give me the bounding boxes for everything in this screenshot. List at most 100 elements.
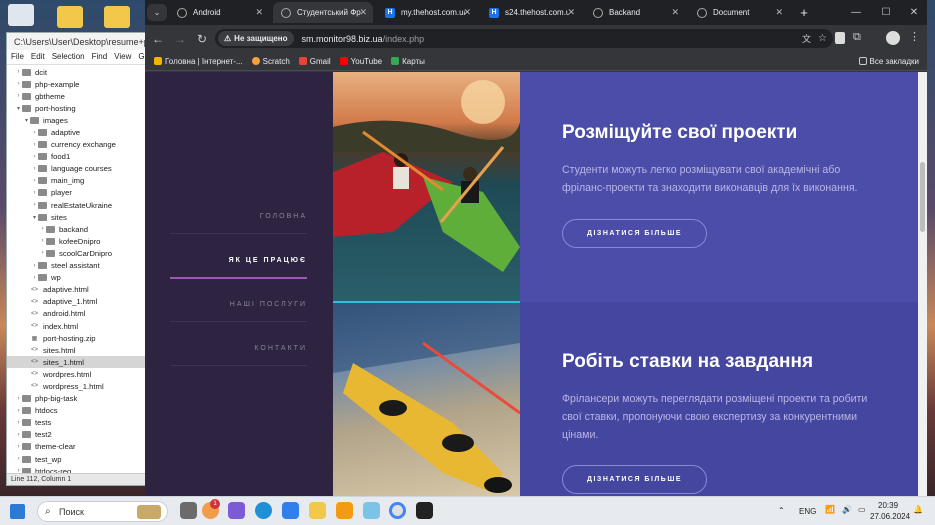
chevron-right-icon[interactable]: › xyxy=(39,250,46,256)
menu-find[interactable]: Find xyxy=(92,52,108,62)
chevron-right-icon[interactable]: › xyxy=(15,69,22,75)
all-bookmarks[interactable]: Все закладки xyxy=(858,57,919,66)
tab-s24-thehost[interactable]: Hs24.thehost.com.ua ✕ xyxy=(481,2,581,23)
more-menu-icon[interactable]: ⋮ xyxy=(909,30,920,43)
bookmark-scratch[interactable]: Scratch xyxy=(251,57,290,66)
chevron-right-icon[interactable]: › xyxy=(15,432,22,438)
tree-folder[interactable]: › realEstateUkraine xyxy=(7,199,145,211)
tree-file[interactable]: <> android.html xyxy=(7,308,145,320)
chevron-down-icon[interactable]: ▾ xyxy=(31,214,38,221)
tree-file[interactable]: <> adaptive_1.html xyxy=(7,296,145,308)
tree-folder[interactable]: › wp xyxy=(7,272,145,284)
forward-icon[interactable]: → xyxy=(169,32,191,46)
tree-folder[interactable]: › kofeeDnipro xyxy=(7,235,145,247)
close-icon[interactable]: ✕ xyxy=(671,7,679,18)
learn-more-button[interactable]: ДІЗНАТИСЯ БІЛЬШЕ xyxy=(562,465,708,494)
maximize-icon[interactable]: ☐ xyxy=(875,2,897,23)
chevron-right-icon[interactable]: › xyxy=(31,178,38,184)
chrome-icon[interactable] xyxy=(389,502,406,519)
tree-folder[interactable]: › gbtheme xyxy=(7,90,145,102)
profile-avatar[interactable] xyxy=(886,31,900,45)
tree-folder[interactable]: › dcit xyxy=(7,66,145,78)
nav-contacts[interactable]: КОНТАКТИ xyxy=(170,345,307,366)
new-tab-button[interactable]: + xyxy=(793,2,815,23)
tree-folder[interactable]: › php-example xyxy=(7,78,145,90)
menu-file[interactable]: File xyxy=(11,52,24,62)
notifications-icon[interactable]: 🔔 xyxy=(913,505,923,514)
wifi-icon[interactable]: 📶 xyxy=(825,505,835,514)
tree-file[interactable]: <> sites.html xyxy=(7,344,145,356)
tree-folder[interactable]: ▾ sites xyxy=(7,211,145,223)
tree-folder[interactable]: › test2 xyxy=(7,429,145,441)
tree-file[interactable]: <> adaptive.html xyxy=(7,284,145,296)
close-icon[interactable]: ✕ xyxy=(255,7,263,18)
tab-document[interactable]: Document ✕ xyxy=(689,2,789,23)
chevron-right-icon[interactable]: › xyxy=(31,263,38,269)
star-icon[interactable]: ☆ xyxy=(818,33,827,44)
tree-folder[interactable]: › language courses xyxy=(7,163,145,175)
nav-home[interactable]: ГОЛОВНА xyxy=(170,213,307,234)
chevron-right-icon[interactable]: › xyxy=(31,202,38,208)
tree-folder[interactable]: › tests xyxy=(7,417,145,429)
learn-more-button[interactable]: ДІЗНАТИСЯ БІЛЬШЕ xyxy=(562,219,708,248)
tree-folder[interactable]: › food1 xyxy=(7,151,145,163)
chevron-right-icon[interactable]: › xyxy=(31,154,38,160)
folder-icon[interactable] xyxy=(104,6,130,28)
tree-folder[interactable]: › theme-clear xyxy=(7,441,145,453)
tree-folder[interactable]: › adaptive xyxy=(7,126,145,138)
tree-file[interactable]: <> wordpress_1.html xyxy=(7,380,145,392)
bookmark-maps[interactable]: Карты xyxy=(391,57,425,66)
tree-folder[interactable]: › player xyxy=(7,187,145,199)
start-icon[interactable] xyxy=(10,504,25,519)
page-scrollbar[interactable] xyxy=(918,72,927,496)
file-explorer-icon[interactable] xyxy=(309,502,326,519)
tree-file[interactable]: <> sites_1.html xyxy=(7,356,145,369)
omnibox[interactable]: ⚠ Не защищено sm.monitor98.biz.ua/index.p… xyxy=(215,29,833,48)
tab-search-button[interactable]: ⌄ xyxy=(147,4,167,21)
nav-services[interactable]: НАШІ ПОСЛУГИ xyxy=(170,301,307,322)
extension-icon[interactable] xyxy=(835,32,845,44)
close-icon[interactable]: ✕ xyxy=(775,7,783,18)
tab-student-freelance[interactable]: Студентський Фрі ✕ xyxy=(273,2,373,23)
figma-icon[interactable] xyxy=(416,502,433,519)
volume-icon[interactable]: 🔊 xyxy=(842,505,852,514)
chevron-right-icon[interactable]: › xyxy=(15,420,22,426)
tree-file[interactable]: <> index.html xyxy=(7,320,145,332)
chevron-right-icon[interactable]: › xyxy=(31,275,38,281)
tree-folder[interactable]: › test_wp xyxy=(7,453,145,465)
nav-how-it-works[interactable]: ЯК ЦЕ ПРАЦЮЄ xyxy=(170,257,307,279)
scrollbar-thumb[interactable] xyxy=(920,162,925,232)
store-icon[interactable] xyxy=(282,502,299,519)
tree-folder[interactable]: › htdocs-reg xyxy=(7,465,145,473)
clock-date[interactable]: 27.06.2024 xyxy=(870,512,910,521)
url-text[interactable]: sm.monitor98.biz.ua/index.php xyxy=(302,34,425,44)
battery-icon[interactable]: ▭ xyxy=(858,505,866,514)
app-icon[interactable] xyxy=(363,502,380,519)
chevron-right-icon[interactable]: › xyxy=(15,81,22,87)
translate-icon[interactable]: 文 xyxy=(802,32,811,45)
tree-folder[interactable]: › main_img xyxy=(7,175,145,187)
tray-chevron-icon[interactable]: ⌃ xyxy=(778,506,785,515)
tree-folder[interactable]: › htdocs xyxy=(7,405,145,417)
bookmark-youtube[interactable]: YouTube xyxy=(339,57,382,66)
close-icon[interactable]: ✕ xyxy=(567,7,575,18)
tree-file[interactable]: <> wordpres.html xyxy=(7,368,145,380)
chevron-right-icon[interactable]: › xyxy=(31,166,38,172)
tree-folder[interactable]: ▾ images xyxy=(7,114,145,126)
chat-icon[interactable] xyxy=(228,502,245,519)
security-chip[interactable]: ⚠ Не защищено xyxy=(218,31,294,46)
taskbar-search[interactable]: ⌕ Поиск xyxy=(37,501,168,522)
chevron-right-icon[interactable]: › xyxy=(15,444,22,450)
tree-file[interactable]: ▦ port-hosting.zip xyxy=(7,332,145,344)
tab-my-thehost[interactable]: Hmy.thehost.com.ua ✕ xyxy=(377,2,477,23)
bookmark-gmail[interactable]: Gmail xyxy=(298,57,331,66)
back-icon[interactable]: ← xyxy=(147,32,169,46)
chevron-right-icon[interactable]: › xyxy=(15,408,22,414)
sublime-icon[interactable] xyxy=(336,502,353,519)
chevron-right-icon[interactable]: › xyxy=(15,456,22,462)
tree-folder[interactable]: ▾ port-hosting xyxy=(7,102,145,114)
chevron-down-icon[interactable]: ▾ xyxy=(23,117,30,124)
tab-backand[interactable]: Backand ✕ xyxy=(585,2,685,23)
chevron-right-icon[interactable]: › xyxy=(39,226,46,232)
tree-folder[interactable]: › steel assistant xyxy=(7,260,145,272)
